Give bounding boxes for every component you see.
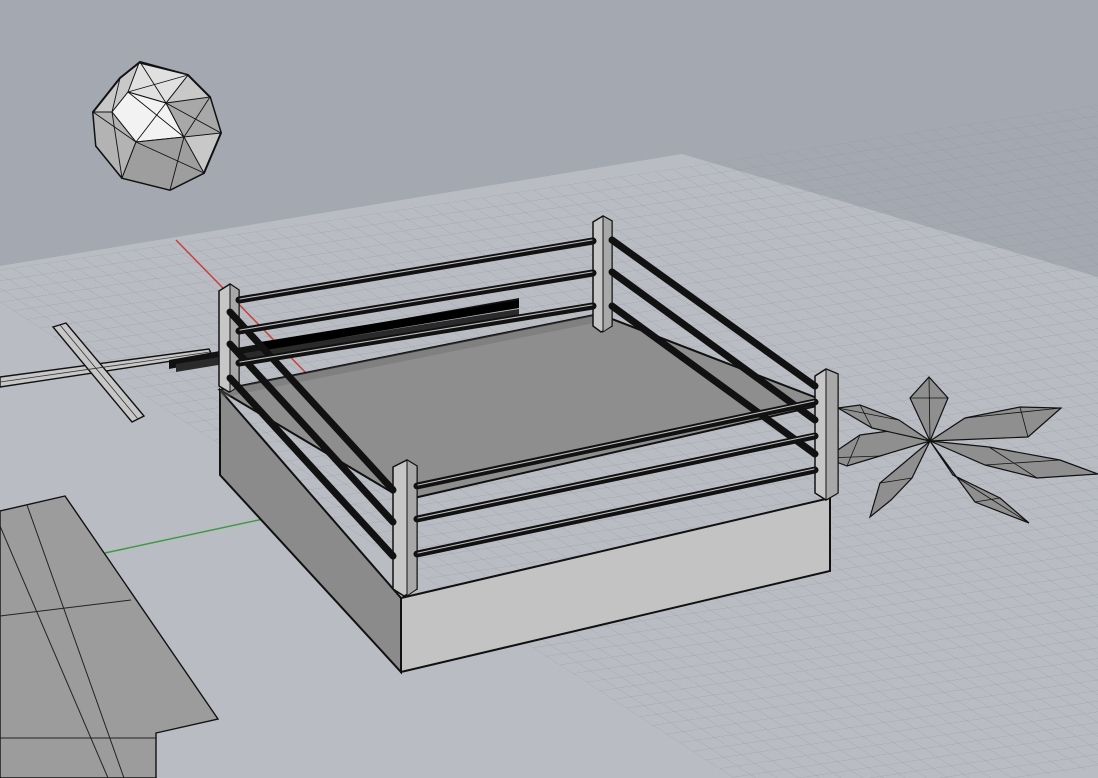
viewport-scene[interactable] (0, 0, 1098, 778)
polyhedron[interactable] (91, 60, 223, 192)
corner-post-front-right (814, 368, 839, 501)
perspective-viewport[interactable] (0, 0, 1098, 778)
corner-post-front-left (392, 459, 418, 597)
